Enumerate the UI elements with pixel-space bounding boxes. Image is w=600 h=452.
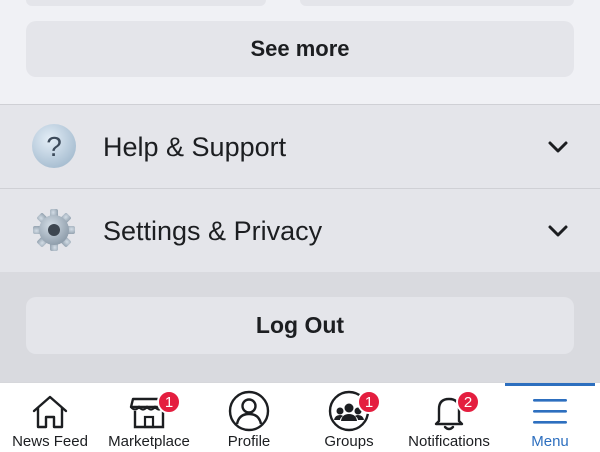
tab-menu[interactable]: Menu (500, 383, 600, 452)
menu-icon (528, 389, 572, 433)
tab-label: Groups (324, 433, 374, 450)
chevron-down-icon[interactable] (546, 221, 570, 241)
tab-label: Profile (227, 433, 271, 450)
see-more-button[interactable]: See more (26, 21, 574, 77)
tab-label: Menu (531, 433, 569, 450)
tab-label: Notifications (408, 433, 490, 450)
help-support-label: Help & Support (103, 131, 287, 162)
tab-label: Marketplace (108, 433, 190, 450)
tab-label: News Feed (12, 433, 88, 450)
settings-privacy-label: Settings & Privacy (103, 215, 323, 246)
svg-text:?: ? (46, 131, 62, 162)
help-icon: ? (31, 123, 79, 171)
tab-news-feed[interactable]: News Feed (0, 383, 100, 452)
notifications-badge: 2 (456, 390, 480, 414)
previous-card-edge (26, 0, 266, 6)
marketplace-badge: 1 (157, 390, 181, 414)
tab-notifications[interactable]: 2 Notifications (399, 383, 499, 452)
tab-groups[interactable]: 1 Groups (299, 383, 399, 452)
log-out-button[interactable]: Log Out (26, 297, 574, 354)
previous-card-edge (300, 0, 574, 6)
logout-section: Log Out (0, 272, 600, 382)
profile-icon (227, 389, 271, 433)
groups-badge: 1 (357, 390, 381, 414)
help-support-row[interactable]: ? Help & Support (0, 104, 600, 189)
settings-privacy-row[interactable]: Settings & Privacy (0, 188, 600, 273)
tab-profile[interactable]: Profile (199, 383, 299, 452)
gear-icon (31, 207, 79, 255)
tab-marketplace[interactable]: 1 Marketplace (99, 383, 199, 452)
home-icon (28, 389, 72, 433)
chevron-down-icon[interactable] (546, 137, 570, 157)
menu-top-section: See more (0, 0, 600, 104)
bottom-tab-bar: News Feed 1 Marketplace Profile 1 Groups… (0, 382, 600, 452)
